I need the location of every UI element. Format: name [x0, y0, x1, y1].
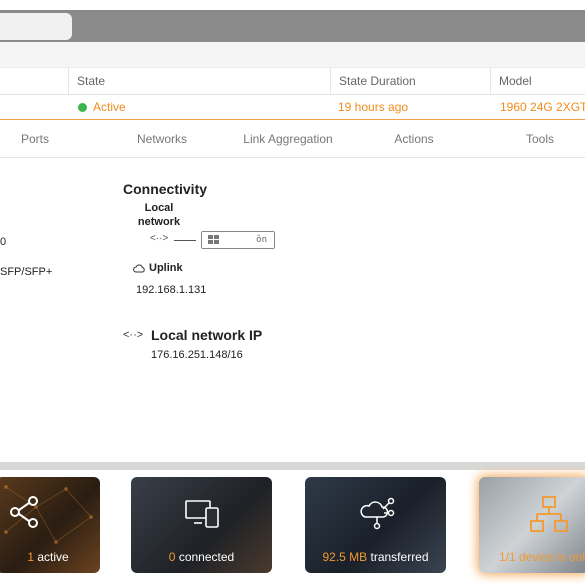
column-header-model[interactable]: Model: [490, 68, 585, 95]
detail-tabs: Ports Networks Link Aggregation Actions …: [0, 121, 585, 158]
status-dot-icon: [78, 103, 87, 112]
tab-tools[interactable]: Tools: [510, 121, 570, 158]
share-nodes-icon: [10, 496, 38, 528]
cloud-icon: [133, 264, 145, 273]
transferred-card[interactable]: 92.5 MB transferred: [305, 477, 446, 573]
local-ip-link-icon: <··>: [123, 329, 144, 341]
local-network-ip-value: 176.16.251.148/16: [151, 349, 243, 361]
transferred-summary: 92.5 MB transferred: [305, 550, 446, 564]
active-summary: 1 active: [0, 550, 100, 564]
column-header-state[interactable]: State: [68, 68, 330, 95]
connected-card[interactable]: 0 connected: [131, 477, 272, 573]
active-text: active: [34, 550, 69, 564]
port-type-fragment: SFP/SFP+: [0, 266, 53, 278]
active-count: 1: [27, 550, 34, 564]
table-header: State State Duration Model: [0, 68, 585, 95]
cloud-network-icon: [360, 497, 395, 530]
devices-online-summary: 1/1 device is onl: [499, 550, 585, 564]
tab-ports[interactable]: Ports: [0, 121, 70, 158]
panel-divider: [0, 462, 585, 470]
toolbar-band: [0, 42, 585, 68]
connection-line: [174, 240, 196, 241]
details-panel: [0, 158, 585, 465]
uplink-ip-value: 192.168.1.131: [136, 284, 207, 296]
device-on-label: ŏn: [256, 235, 267, 245]
tab-actions[interactable]: Actions: [384, 121, 444, 158]
uplink-label: Uplink: [149, 262, 183, 274]
port-count-fragment: 0: [0, 236, 7, 248]
devices-icon: [185, 500, 219, 528]
active-card[interactable]: 1 active: [0, 477, 100, 573]
state-cell: Active: [70, 95, 330, 120]
network-topology-icon: [530, 496, 568, 532]
tab-link-aggregation[interactable]: Link Aggregation: [238, 121, 338, 158]
window-header: [0, 0, 585, 42]
transferred-text: transferred: [367, 550, 429, 564]
switch-grid-icon: [208, 235, 220, 245]
tab-networks[interactable]: Networks: [122, 121, 202, 158]
connectivity-heading: Connectivity: [123, 181, 208, 197]
link-icon: <··>: [150, 233, 169, 244]
local-network-label: Local network: [137, 202, 181, 228]
device-diagram: ŏn: [201, 231, 275, 249]
header-tab[interactable]: [0, 13, 72, 40]
column-header-state-duration[interactable]: State Duration: [330, 68, 490, 95]
connected-text: connected: [175, 550, 235, 564]
transferred-amount: 92.5 MB: [322, 550, 368, 564]
header-bar: [0, 10, 585, 42]
devices-online-count: 1/1 device is onl: [499, 550, 585, 564]
connected-summary: 0 connected: [131, 550, 272, 564]
model-cell: 1960 24G 2XGT 2: [500, 100, 585, 114]
duration-cell: 19 hours ago: [338, 100, 409, 114]
state-value: Active: [93, 100, 126, 114]
devices-online-card[interactable]: 1/1 device is onl: [479, 477, 585, 573]
local-network-ip-heading: Local network IP: [151, 327, 263, 343]
table-row[interactable]: Active 19 hours ago 1960 24G 2XGT 2: [0, 95, 585, 120]
